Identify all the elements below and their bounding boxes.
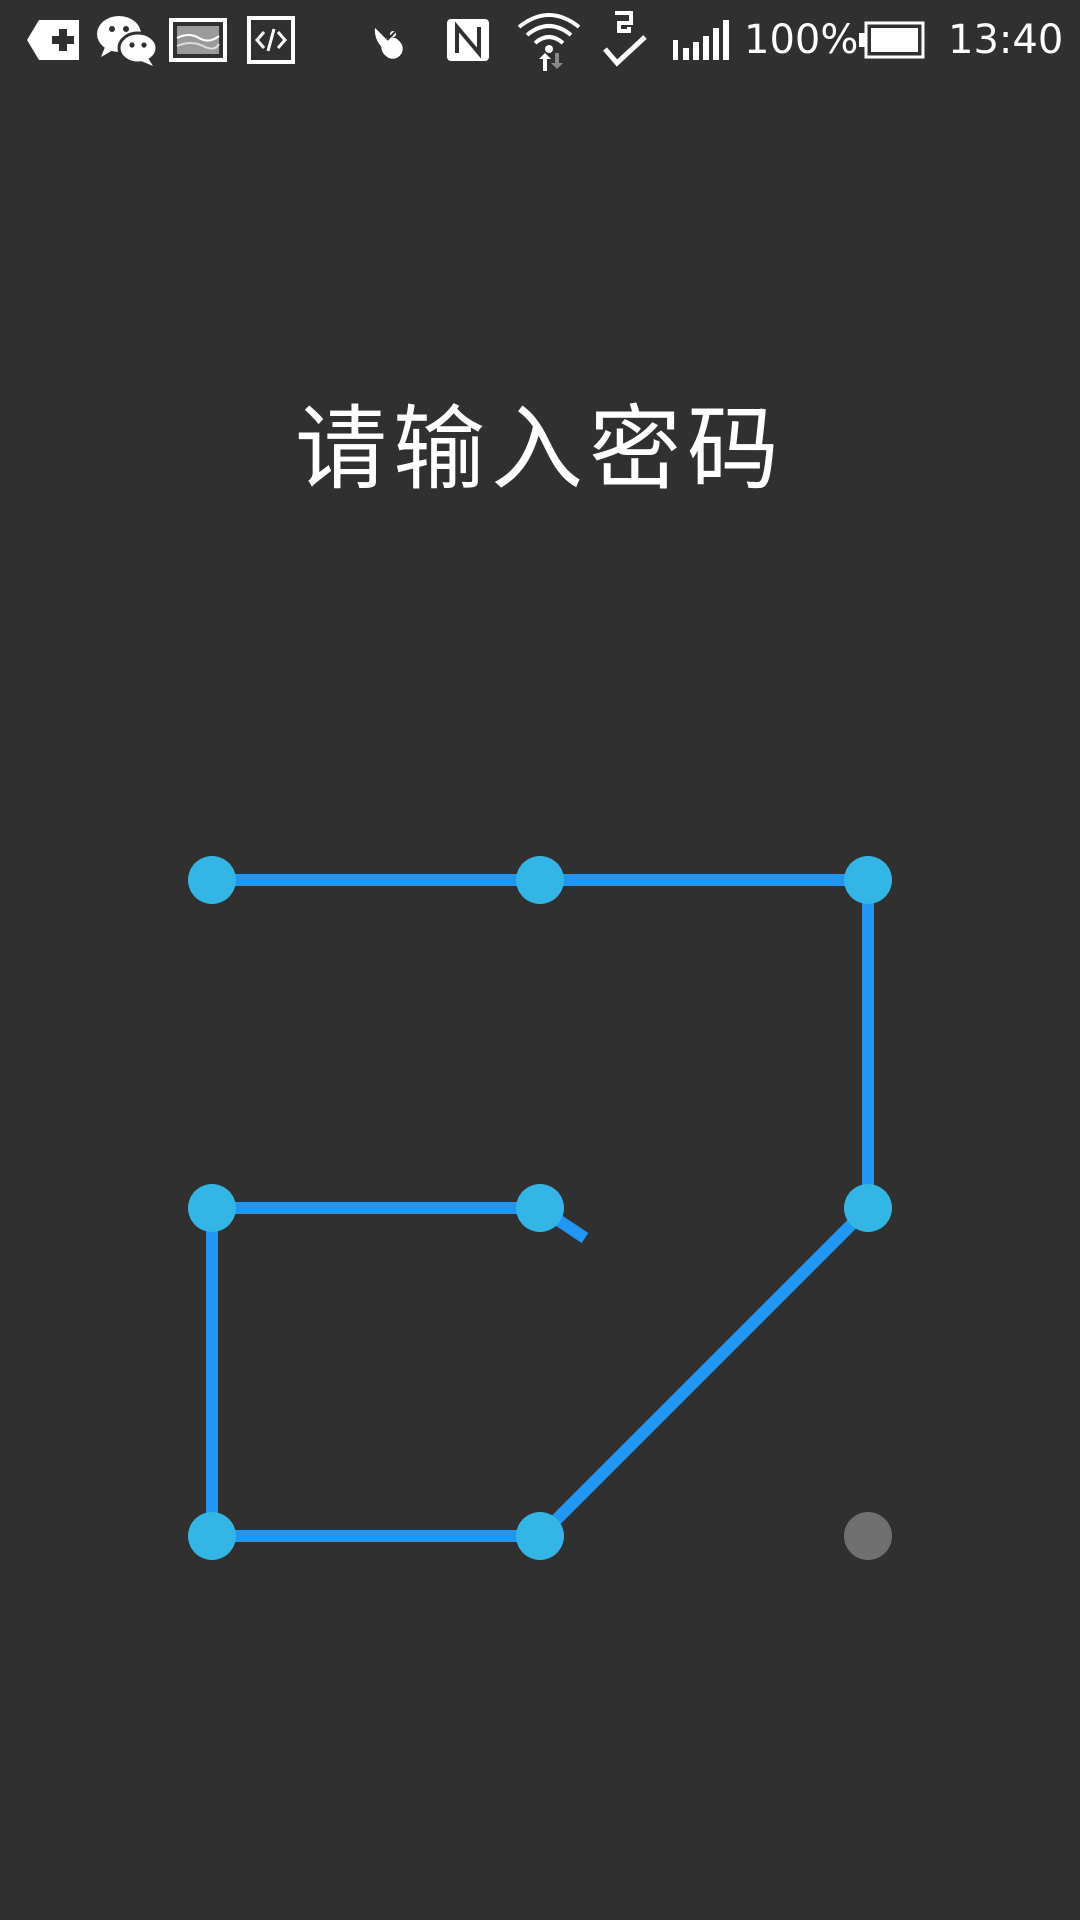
pattern-lock[interactable]	[0, 0, 1080, 1920]
pattern-segment-6-8	[535, 1203, 873, 1541]
pattern-node-3[interactable]	[844, 856, 892, 904]
pattern-node-6[interactable]	[844, 1184, 892, 1232]
pattern-node-5[interactable]	[516, 1184, 564, 1232]
pattern-node-7[interactable]	[188, 1512, 236, 1560]
pattern-node-1[interactable]	[188, 856, 236, 904]
pattern-node-2[interactable]	[516, 856, 564, 904]
pattern-node-8[interactable]	[516, 1512, 564, 1560]
lock-screen: 100% 13:40 请输入密码	[0, 0, 1080, 1920]
pattern-node-9[interactable]	[844, 1512, 892, 1560]
pattern-node-4[interactable]	[188, 1184, 236, 1232]
